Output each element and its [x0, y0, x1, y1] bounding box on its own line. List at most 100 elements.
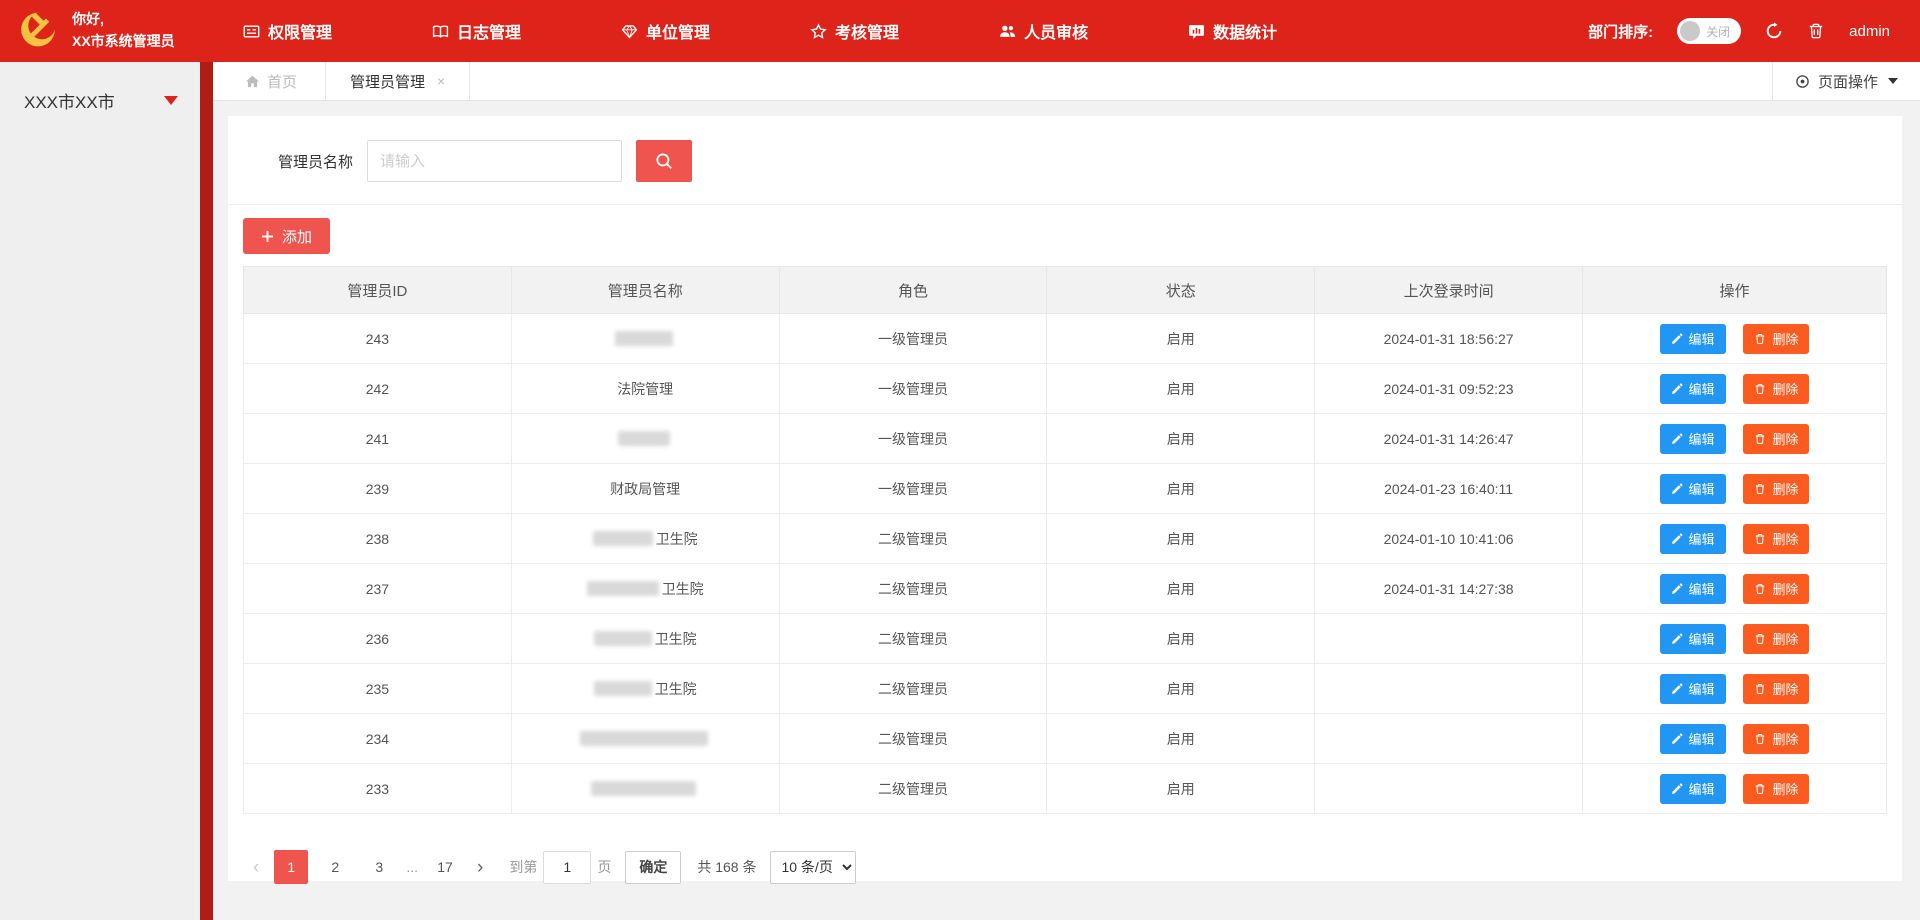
- trash-icon: [1754, 583, 1766, 595]
- delete-button[interactable]: 删除: [1743, 724, 1809, 754]
- cell-last-login: [1315, 714, 1583, 764]
- cell-status: 启用: [1047, 314, 1315, 364]
- main: 首页 管理员管理 × 页面操作 管理员名称: [213, 62, 1920, 920]
- cell-admin-name: [511, 764, 779, 814]
- cell-admin-id: 243: [244, 314, 512, 364]
- dept-sort-toggle[interactable]: 关闭: [1677, 18, 1741, 44]
- toggle-state-label: 关闭: [1706, 23, 1730, 40]
- edit-button[interactable]: 编辑: [1660, 724, 1726, 754]
- cell-actions: 编辑 删除: [1582, 714, 1886, 764]
- admin-name-text: 卫生院: [655, 631, 697, 647]
- pencil-icon: [1671, 633, 1683, 645]
- edit-button[interactable]: 编辑: [1660, 324, 1726, 354]
- col-status: 状态: [1047, 267, 1315, 314]
- stats-bubble-icon: [1188, 23, 1205, 40]
- trash-button[interactable]: [1807, 22, 1825, 40]
- page-button-2[interactable]: 2: [318, 850, 352, 884]
- home-icon: [245, 74, 260, 89]
- nav-item-assessment[interactable]: 考核管理: [810, 19, 899, 43]
- edit-button-label: 编辑: [1689, 629, 1715, 648]
- edit-button-label: 编辑: [1689, 729, 1715, 748]
- delete-button[interactable]: 删除: [1743, 324, 1809, 354]
- cell-actions: 编辑 删除: [1582, 614, 1886, 664]
- cell-admin-id: 241: [244, 414, 512, 464]
- cell-admin-name: 卫生院: [511, 664, 779, 714]
- confirm-page-button[interactable]: 确定: [625, 851, 681, 884]
- next-page-button[interactable]: ›: [467, 858, 493, 877]
- dept-sort-label: 部门排序:: [1588, 21, 1653, 42]
- nav-item-logs[interactable]: 日志管理: [432, 19, 521, 43]
- cell-role: 一级管理员: [779, 364, 1047, 414]
- cell-admin-name: 卫生院: [511, 614, 779, 664]
- trash-icon: [1807, 22, 1825, 40]
- delete-button-label: 删除: [1772, 429, 1798, 448]
- table-row: 242 法院管理 一级管理员 启用 2024-01-31 09:52:23 编辑…: [244, 364, 1887, 414]
- trash-icon: [1754, 433, 1766, 445]
- edit-button[interactable]: 编辑: [1660, 774, 1726, 804]
- prev-page-button[interactable]: ‹: [243, 858, 269, 877]
- delete-button[interactable]: 删除: [1743, 624, 1809, 654]
- username[interactable]: admin: [1849, 23, 1890, 40]
- edit-button[interactable]: 编辑: [1660, 624, 1726, 654]
- cell-status: 启用: [1047, 464, 1315, 514]
- delete-button[interactable]: 删除: [1743, 474, 1809, 504]
- nav-item-units[interactable]: 单位管理: [621, 19, 710, 43]
- col-admin-id: 管理员ID: [244, 267, 512, 314]
- table-row: 237 卫生院 二级管理员 启用 2024-01-31 14:27:38 编辑 …: [244, 564, 1887, 614]
- edit-button[interactable]: 编辑: [1660, 474, 1726, 504]
- nav-label: 人员审核: [1024, 19, 1088, 43]
- cell-admin-id: 236: [244, 614, 512, 664]
- nav-item-permission[interactable]: 权限管理: [243, 19, 332, 43]
- col-admin-name: 管理员名称: [511, 267, 779, 314]
- nav-item-statistics[interactable]: 数据统计: [1188, 19, 1277, 43]
- edit-button-label: 编辑: [1689, 579, 1715, 598]
- close-icon[interactable]: ×: [437, 73, 445, 89]
- nav-label: 单位管理: [646, 19, 710, 43]
- region-selector[interactable]: XXX市XX市: [0, 62, 200, 113]
- cell-last-login: 2024-01-23 16:40:11: [1315, 464, 1583, 514]
- add-button[interactable]: 添加: [243, 218, 330, 254]
- page-actions-dropdown[interactable]: 页面操作: [1772, 62, 1920, 100]
- cell-admin-id: 233: [244, 764, 512, 814]
- delete-button[interactable]: 删除: [1743, 774, 1809, 804]
- pencil-icon: [1671, 333, 1683, 345]
- page-button-3[interactable]: 3: [362, 850, 396, 884]
- tab-admin-management[interactable]: 管理员管理 ×: [325, 62, 470, 100]
- edit-button[interactable]: 编辑: [1660, 574, 1726, 604]
- edit-button[interactable]: 编辑: [1660, 374, 1726, 404]
- refresh-button[interactable]: [1765, 22, 1783, 40]
- admin-name-text: 卫生院: [655, 681, 697, 697]
- delete-button-label: 删除: [1772, 379, 1798, 398]
- cell-last-login: [1315, 614, 1583, 664]
- search-button[interactable]: [636, 140, 692, 182]
- edit-button[interactable]: 编辑: [1660, 424, 1726, 454]
- table-header-row: 管理员ID 管理员名称 角色 状态 上次登录时间 操作: [244, 267, 1887, 314]
- cell-admin-name: [511, 414, 779, 464]
- trash-icon: [1754, 683, 1766, 695]
- cell-admin-id: 239: [244, 464, 512, 514]
- cell-role: 一级管理员: [779, 414, 1047, 464]
- page-button-1[interactable]: 1: [274, 850, 308, 884]
- page-button-17[interactable]: 17: [428, 850, 462, 884]
- delete-button-label: 删除: [1772, 479, 1798, 498]
- nav-label: 数据统计: [1213, 19, 1277, 43]
- delete-button[interactable]: 删除: [1743, 424, 1809, 454]
- delete-button-label: 删除: [1772, 529, 1798, 548]
- delete-button-label: 删除: [1772, 629, 1798, 648]
- nav-item-personnel-review[interactable]: 人员审核: [999, 19, 1088, 43]
- delete-button[interactable]: 删除: [1743, 524, 1809, 554]
- redacted-text: [593, 531, 653, 546]
- tab-home[interactable]: 首页: [213, 62, 325, 100]
- pencil-icon: [1671, 583, 1683, 595]
- edit-button-label: 编辑: [1689, 379, 1715, 398]
- delete-button[interactable]: 删除: [1743, 374, 1809, 404]
- delete-button[interactable]: 删除: [1743, 674, 1809, 704]
- edit-button-label: 编辑: [1689, 779, 1715, 798]
- edit-button[interactable]: 编辑: [1660, 674, 1726, 704]
- edit-button[interactable]: 编辑: [1660, 524, 1726, 554]
- goto-page-input[interactable]: [543, 851, 591, 884]
- delete-button[interactable]: 删除: [1743, 574, 1809, 604]
- pencil-icon: [1671, 533, 1683, 545]
- admin-name-input[interactable]: [367, 140, 622, 182]
- page-size-select[interactable]: 10 条/页: [770, 851, 856, 884]
